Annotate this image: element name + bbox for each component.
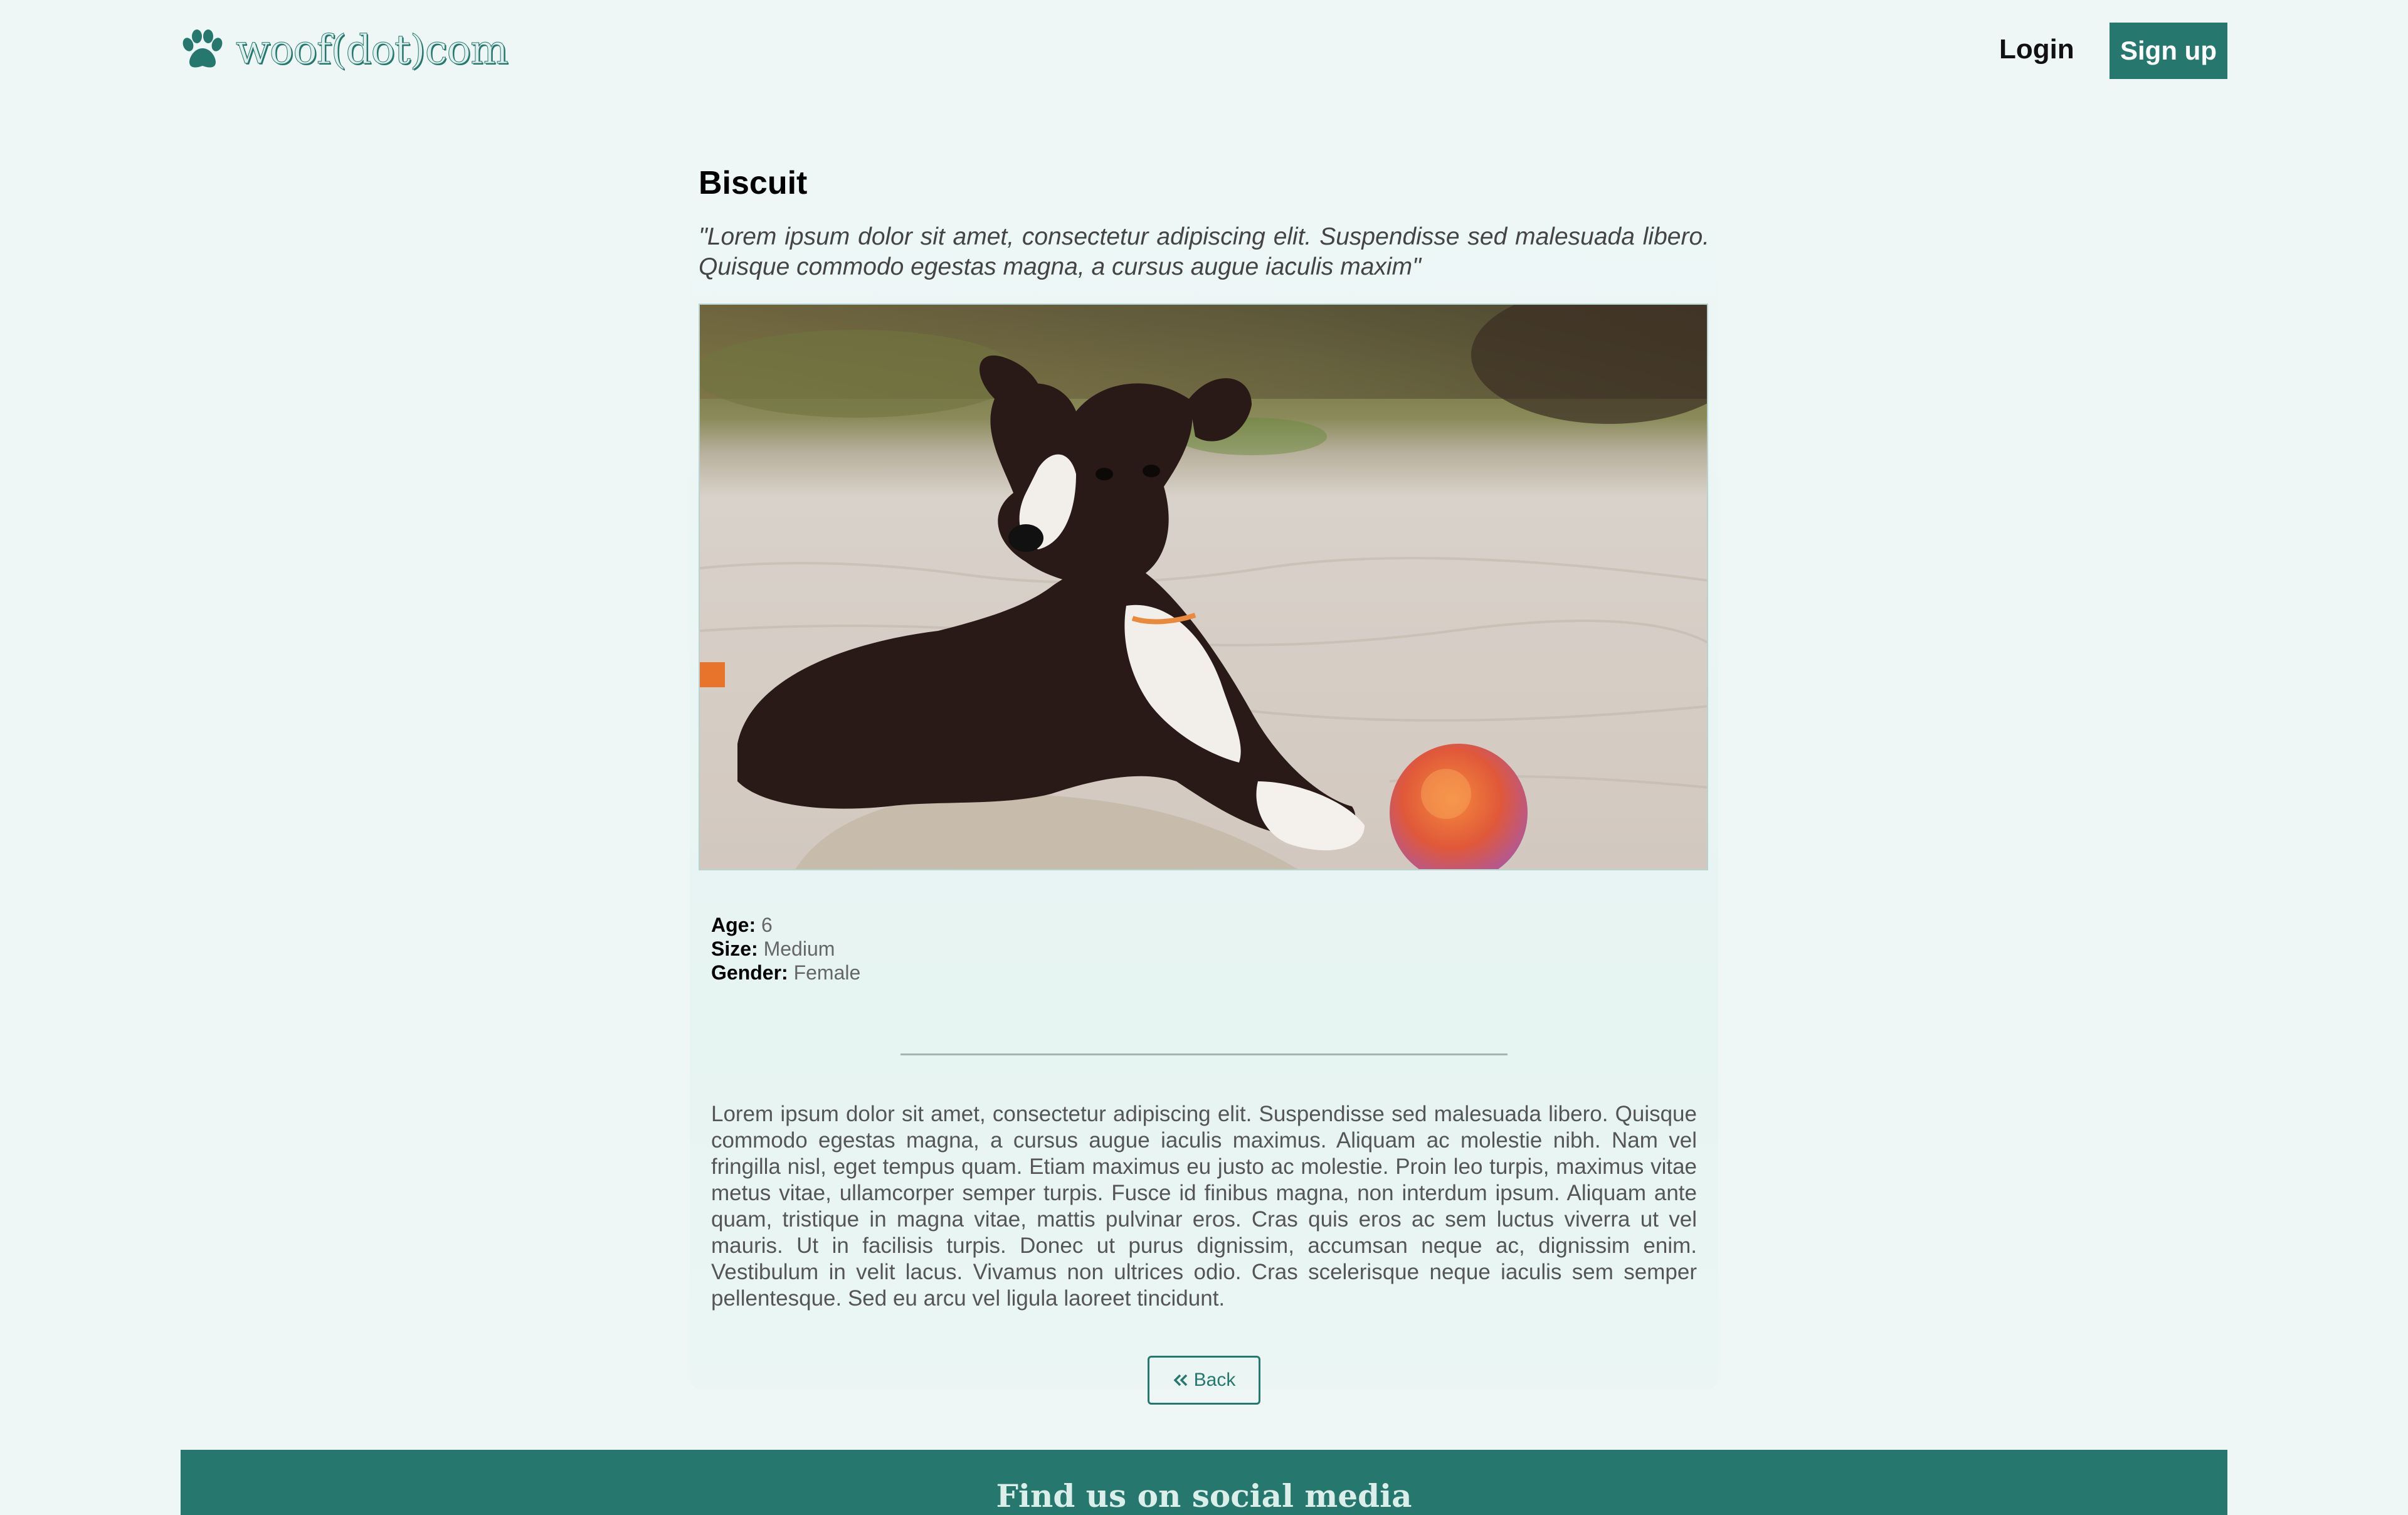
age-label: Age: [711,914,756,936]
brand-logo-link[interactable]: woof(dot)com [181,25,509,75]
login-link[interactable]: Login [1999,30,2074,69]
signup-button[interactable]: Sign up [2110,23,2227,79]
section-divider [900,1053,1508,1055]
gender-label: Gender: [711,961,788,984]
footer: Find us on social media [181,1450,2227,1515]
dog-description: Lorem ipsum dolor sit amet, consectetur … [711,1102,1697,1311]
size-row: Size: Medium [711,937,860,961]
back-button[interactable]: Back [1148,1356,1260,1405]
dog-name: Biscuit [699,165,808,201]
size-label: Size: [711,937,758,960]
paw-icon [182,29,223,68]
back-label: Back [1193,1370,1236,1390]
dog-quote: "Lorem ipsum dolor sit amet, consectetur… [699,223,1709,280]
gender-row: Gender: Female [711,961,860,984]
dog-details: Age: 6 Size: Medium Gender: Female [711,913,860,984]
double-chevron-left-icon [1173,1374,1187,1386]
brand-name: woof(dot)com [236,27,509,74]
footer-title: Find us on social media [996,1477,1412,1514]
size-value: Medium [763,937,835,960]
gender-value: Female [793,961,861,984]
age-value: 6 [761,914,773,936]
dog-photo [699,304,1708,870]
navbar: woof(dot)com Login Sign up [0,0,2408,107]
age-row: Age: 6 [711,913,860,937]
